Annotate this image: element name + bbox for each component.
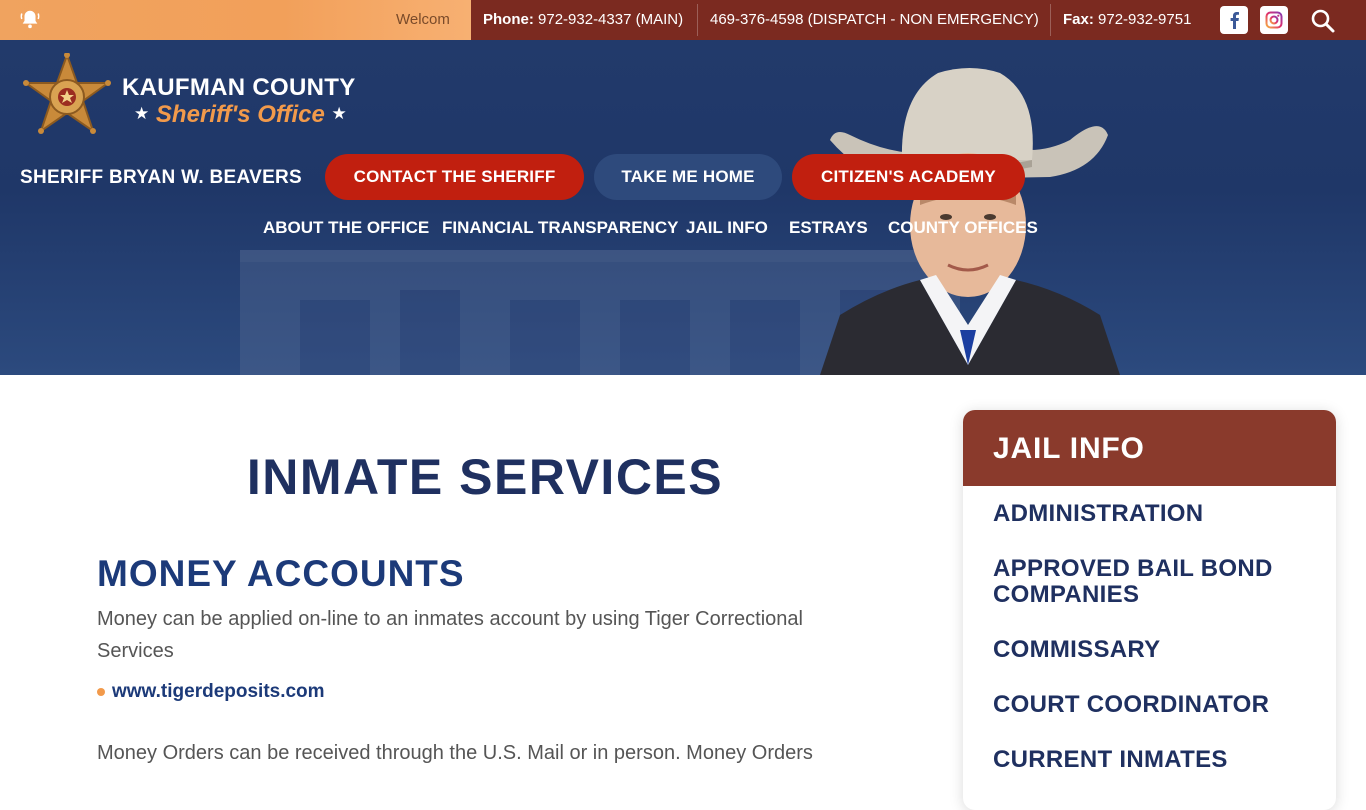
tigerdeposits-link[interactable]: www.tigerdeposits.com bbox=[112, 681, 325, 703]
instagram-icon[interactable] bbox=[1260, 6, 1288, 34]
citizens-academy-button[interactable]: CITIZEN'S ACADEMY bbox=[792, 154, 1025, 200]
nav-county-offices[interactable]: COUNTY OFFICES bbox=[888, 218, 1038, 238]
nav-about-the-office[interactable]: ABOUT THE OFFICE bbox=[263, 218, 429, 238]
money-accounts-paragraph: Money can be applied on-line to an inmat… bbox=[97, 608, 803, 662]
star-icon: ★ bbox=[331, 104, 347, 123]
money-orders-paragraph: Money Orders can be received through the… bbox=[97, 742, 813, 764]
sidebar-item-court-coordinator[interactable]: COURT COORDINATOR bbox=[993, 692, 1313, 718]
fax-label: Fax: bbox=[1063, 11, 1094, 28]
take-me-home-button[interactable]: TAKE ME HOME bbox=[594, 154, 782, 200]
nav-financial-transparency[interactable]: FINANCIAL TRANSPARENCY bbox=[442, 218, 678, 238]
welcome-ticker-text: Welcom bbox=[396, 11, 450, 28]
sheriff-name: SHERIFF BRYAN W. BEAVERS bbox=[20, 167, 303, 188]
section-title: MONEY ACCOUNTS bbox=[97, 553, 465, 594]
contact-sheriff-button[interactable]: CONTACT THE SHERIFF bbox=[325, 154, 584, 200]
search-icon[interactable] bbox=[1310, 8, 1336, 34]
star-icon: ★ bbox=[134, 104, 150, 123]
divider bbox=[697, 4, 698, 36]
bell-icon[interactable] bbox=[19, 8, 41, 30]
top-bar: Welcom Phone: 972-932-4337 (MAIN) 469-37… bbox=[0, 0, 1366, 40]
sidebar-title: JAIL INFO bbox=[963, 410, 1336, 486]
phone-main[interactable]: Phone: 972-932-4337 (MAIN) bbox=[483, 11, 683, 28]
nav-estrays[interactable]: ESTRAYS bbox=[789, 218, 868, 238]
jail-info-sidebar: JAIL INFO ADMINISTRATION APPROVED BAIL B… bbox=[963, 410, 1336, 810]
phone-value: 972-932-4337 (MAIN) bbox=[538, 11, 684, 28]
logo-title: KAUFMAN COUNTY bbox=[122, 74, 356, 101]
bullet-icon bbox=[97, 688, 105, 696]
alert-ticker: Welcom bbox=[0, 0, 471, 40]
fax-number: Fax: 972-932-9751 bbox=[1063, 11, 1191, 28]
phone-dispatch[interactable]: 469-376-4598 (DISPATCH - NON EMERGENCY) bbox=[710, 11, 1039, 28]
fax-value: 972-932-9751 bbox=[1098, 11, 1192, 28]
nav-jail-info[interactable]: JAIL INFO bbox=[686, 218, 768, 238]
sidebar-item-administration[interactable]: ADMINISTRATION bbox=[993, 501, 1313, 527]
divider bbox=[1050, 4, 1051, 36]
hero-header: KAUFMAN COUNTY ★ Sheriff's Office ★ SHER… bbox=[0, 40, 1366, 375]
list-item: www.tigerdeposits.com bbox=[97, 681, 325, 703]
logo-subtitle-text: Sheriff's Office bbox=[155, 101, 325, 128]
phone-label: Phone: bbox=[483, 11, 534, 28]
sidebar-item-approved-bail-bond-companies[interactable]: APPROVED BAIL BOND COMPANIES bbox=[993, 556, 1313, 608]
contact-bar: Phone: 972-932-4337 (MAIN) 469-376-4598 … bbox=[471, 0, 1366, 40]
logo-subtitle: ★ Sheriff's Office ★ bbox=[134, 101, 347, 129]
page-title: INMATE SERVICES bbox=[246, 449, 724, 505]
sheriff-badge-icon[interactable] bbox=[20, 53, 114, 143]
sidebar-item-commissary[interactable]: COMMISSARY bbox=[993, 637, 1313, 663]
facebook-icon[interactable] bbox=[1220, 6, 1248, 34]
sidebar-item-current-inmates[interactable]: CURRENT INMATES bbox=[993, 747, 1313, 773]
